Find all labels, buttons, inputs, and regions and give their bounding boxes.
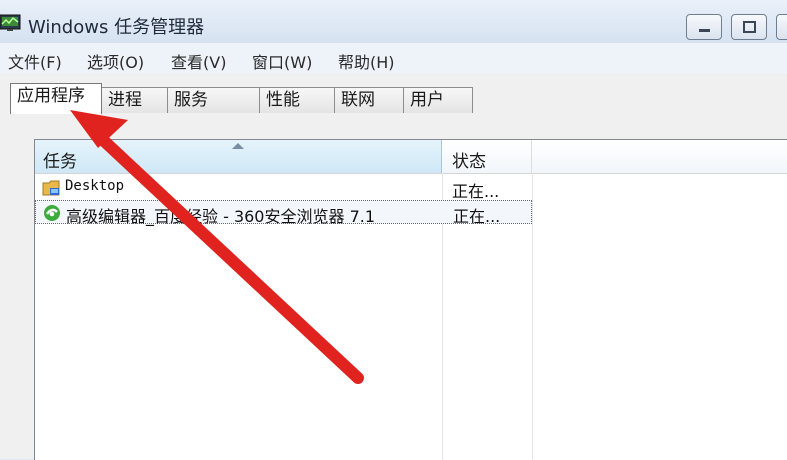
column-status-label: 状态 bbox=[452, 152, 486, 172]
task-name: Desktop bbox=[65, 178, 125, 194]
column-divider bbox=[532, 173, 533, 460]
table-row[interactable]: 高级编辑器_百度经验 - 360安全浏览器 7.1 正在... bbox=[35, 200, 532, 226]
maximize-icon bbox=[743, 21, 756, 33]
task-manager-icon bbox=[0, 14, 21, 31]
applications-panel: 任务 状态 Desktop 正在... 高级编辑器_百度经验 - 360安全浏览… bbox=[0, 113, 787, 460]
browser-icon bbox=[44, 205, 60, 221]
minimize-icon bbox=[699, 29, 710, 32]
tab-strip: 应用程序 进程 服务 性能 联网 用户 bbox=[0, 73, 787, 114]
minimize-button[interactable] bbox=[686, 14, 722, 40]
tab-networking[interactable]: 联网 bbox=[334, 87, 404, 113]
column-task-label: 任务 bbox=[43, 152, 77, 172]
close-icon bbox=[777, 15, 787, 41]
table-row[interactable]: Desktop 正在... bbox=[35, 176, 532, 201]
list-header: 任务 状态 bbox=[35, 140, 787, 174]
title-bar: Windows 任务管理器 bbox=[0, 0, 787, 43]
menu-window[interactable]: 窗口(W) bbox=[252, 49, 312, 73]
column-header-task[interactable]: 任务 bbox=[35, 140, 442, 173]
menu-help[interactable]: 帮助(H) bbox=[338, 49, 395, 73]
close-button[interactable] bbox=[776, 14, 787, 40]
menu-file[interactable]: 文件(F) bbox=[8, 49, 62, 73]
tab-services[interactable]: 服务 bbox=[167, 87, 260, 113]
tab-processes[interactable]: 进程 bbox=[101, 87, 168, 113]
column-header-status[interactable]: 状态 bbox=[442, 140, 532, 173]
folder-icon bbox=[42, 180, 60, 196]
menu-bar: 文件(F) 选项(O) 查看(V) 窗口(W) 帮助(H) bbox=[0, 43, 787, 73]
maximize-button[interactable] bbox=[731, 14, 767, 40]
menu-view[interactable]: 查看(V) bbox=[171, 49, 226, 73]
tab-performance[interactable]: 性能 bbox=[259, 87, 335, 113]
menu-options[interactable]: 选项(O) bbox=[87, 49, 144, 73]
sort-ascending-icon bbox=[232, 143, 244, 149]
window-title: Windows 任务管理器 bbox=[28, 17, 205, 38]
tab-users[interactable]: 用户 bbox=[403, 87, 473, 113]
task-name: 高级编辑器_百度经验 - 360安全浏览器 7.1 bbox=[66, 207, 376, 226]
task-status: 正在... bbox=[452, 182, 500, 201]
task-status: 正在... bbox=[453, 207, 501, 226]
task-list[interactable]: 任务 状态 Desktop 正在... 高级编辑器_百度经验 - 360安全浏览… bbox=[34, 139, 787, 460]
tab-applications[interactable]: 应用程序 bbox=[10, 83, 102, 114]
